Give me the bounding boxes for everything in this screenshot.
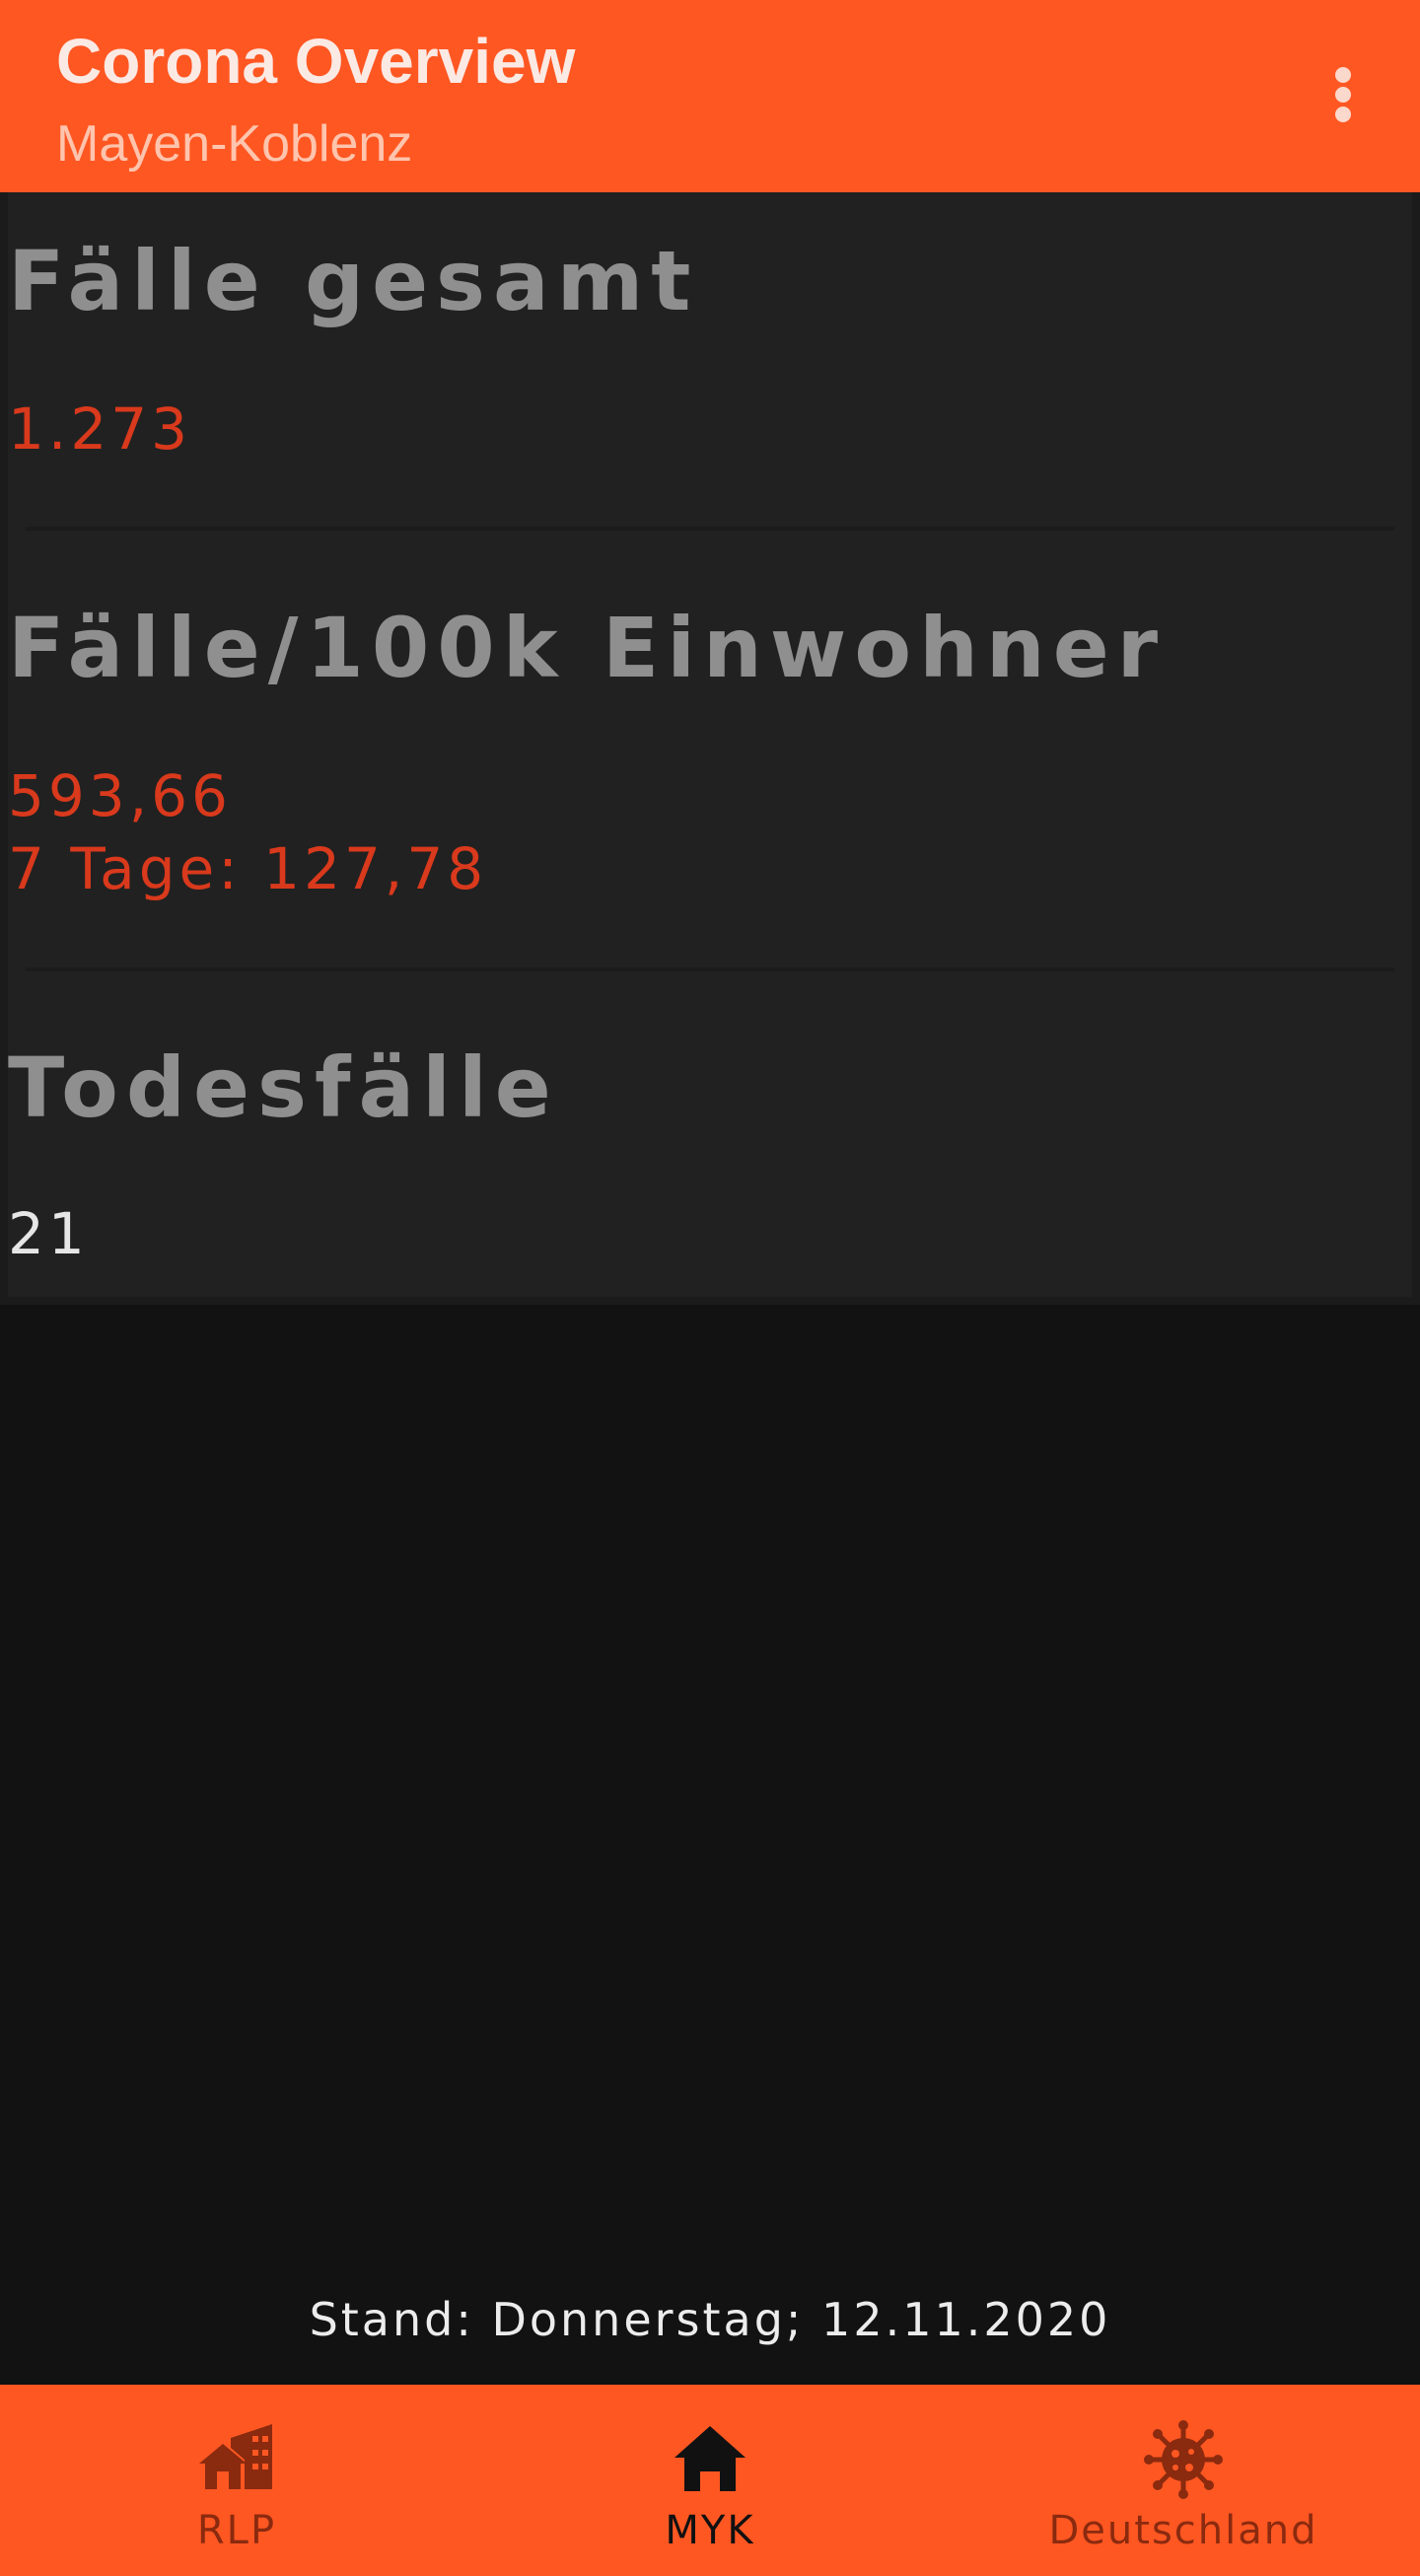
deaths-title: Todesfälle xyxy=(8,1039,559,1136)
nav-item-deutschland[interactable]: Deutschland xyxy=(947,2385,1420,2576)
nav-label-deutschland: Deutschland xyxy=(1048,2508,1318,2553)
cases-per-100k-title: Fälle/100k Einwohner xyxy=(8,600,1167,696)
data-date-label: Stand: Donnerstag; 12.11.2020 xyxy=(309,2293,1111,2346)
more-vert-icon[interactable] xyxy=(1312,51,1375,138)
cases-total-title: Fälle gesamt xyxy=(8,233,699,329)
app-subtitle: Mayen-Koblenz xyxy=(56,115,413,173)
app-title: Corona Overview xyxy=(56,26,576,97)
nav-item-rlp[interactable]: RLP xyxy=(0,2385,473,2576)
house-city-icon xyxy=(199,2424,272,2489)
app-bar: Corona Overview Mayen-Koblenz xyxy=(0,0,1420,192)
nav-label-rlp: RLP xyxy=(196,2508,277,2553)
nav-item-myk[interactable]: MYK xyxy=(473,2385,947,2576)
nav-label-myk: MYK xyxy=(665,2508,755,2553)
stats-card: Fälle gesamt 1.273 Fälle/100k Einwohner … xyxy=(0,192,1420,1305)
seven-day-incidence: 7 Tage: 127,78 xyxy=(8,835,488,902)
virus-icon xyxy=(1144,2420,1223,2499)
cases-per-100k-value: 593,66 xyxy=(8,762,232,829)
cases-total-value: 1.273 xyxy=(8,395,192,463)
divider xyxy=(26,527,1394,531)
home-icon xyxy=(674,2426,746,2491)
divider xyxy=(26,967,1394,971)
bottom-navigation: RLP MYK Deutschland xyxy=(0,2385,1420,2576)
deaths-value: 21 xyxy=(8,1200,89,1267)
